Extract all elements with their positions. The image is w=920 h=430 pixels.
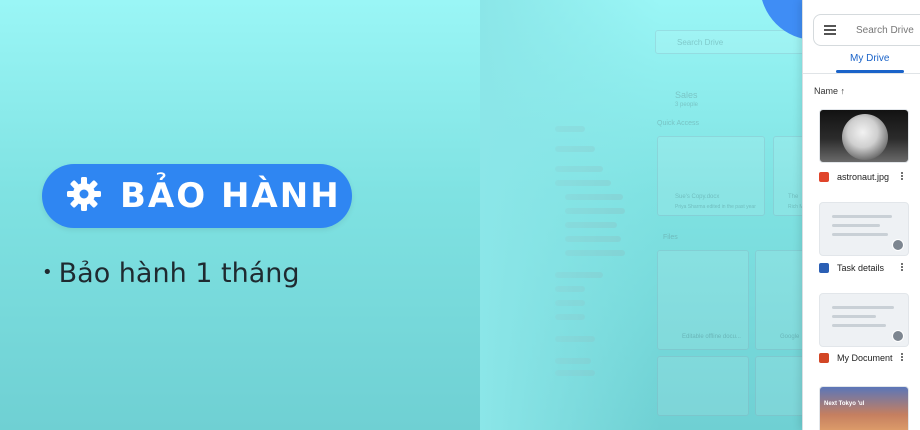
fade-overlay <box>480 0 660 430</box>
tab-my-drive[interactable]: My Drive <box>850 53 889 64</box>
file-name: Task details <box>837 263 885 273</box>
ghost-search-text: Search Drive <box>677 38 724 47</box>
search-bar[interactable]: Search Drive <box>813 14 920 46</box>
shared-icon <box>892 330 904 342</box>
warranty-bullet: • Bảo hành 1 tháng <box>42 258 300 289</box>
gear-icon <box>64 174 104 219</box>
ghost-file1-sub: Priya Sharma edited in the past year <box>675 204 756 210</box>
file-thumbnail-task-details[interactable] <box>819 202 909 256</box>
more-options-icon[interactable] <box>901 353 905 361</box>
ghost-file1: Sue's Copy.docx <box>675 194 720 200</box>
ghost-folder-title: Sales <box>675 90 698 100</box>
hamburger-menu-icon[interactable] <box>824 25 836 35</box>
badge-label: BẢO HÀNH <box>120 176 341 216</box>
file-thumbnail-my-document[interactable] <box>819 293 909 347</box>
more-options-icon[interactable] <box>901 263 905 271</box>
more-options-icon[interactable] <box>901 172 905 180</box>
astronaut-image <box>842 114 888 160</box>
drive-phone-panel: Search Drive My Drive Name ↑ astronaut.j… <box>802 0 920 430</box>
warranty-badge: BẢO HÀNH <box>42 164 352 228</box>
file-thumbnail-city[interactable]: Next Tokyo 'ul <box>819 386 909 430</box>
file-thumbnail-astronaut[interactable] <box>819 109 909 163</box>
ghost-file4: Google <box>780 334 800 340</box>
ghost-files-heading: Files <box>663 234 678 241</box>
shared-icon <box>892 239 904 251</box>
ghost-folder-sub: 3 people <box>675 102 699 108</box>
sort-by-name[interactable]: Name ↑ <box>814 86 845 96</box>
tab-divider <box>803 73 920 74</box>
bullet-dot: • <box>42 262 53 283</box>
ghost-file2: The <box>788 194 799 200</box>
warranty-text: Bảo hành 1 tháng <box>58 258 300 289</box>
file-name: astronaut.jpg <box>837 172 890 182</box>
image-file-icon <box>819 172 829 182</box>
ghost-file3: Editable offline docu... <box>682 334 741 340</box>
ghost-quick-access: Quick Access <box>657 120 700 127</box>
powerpoint-file-icon <box>819 353 829 363</box>
file-name: My Document <box>837 353 893 363</box>
thumbnail-caption: Next Tokyo 'ul <box>824 401 865 407</box>
word-file-icon <box>819 263 829 273</box>
search-placeholder: Search Drive <box>856 24 914 36</box>
